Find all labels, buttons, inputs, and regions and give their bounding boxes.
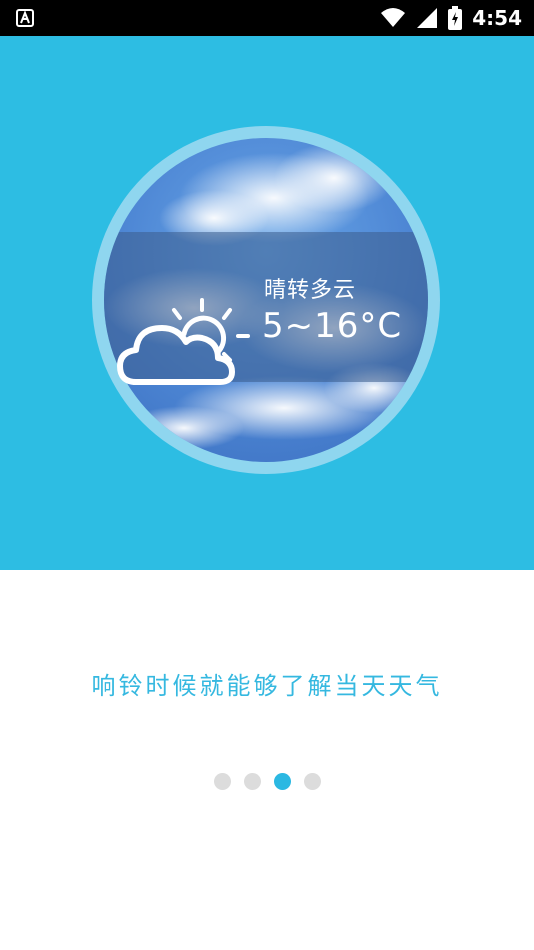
status-time: 4:54 — [472, 6, 522, 30]
feature-caption: 响铃时候就能够了解当天天气 — [91, 672, 443, 700]
page-dot-1[interactable] — [213, 773, 231, 790]
battery-charging-icon — [448, 6, 463, 30]
a-letter-notification-icon — [16, 9, 34, 27]
temperature-range: 5~16°C — [262, 306, 403, 346]
partly-cloudy-icon — [117, 298, 250, 385]
weather-condition: 晴转多云 — [264, 278, 357, 303]
page-dot-2[interactable] — [243, 773, 261, 790]
page-indicator — [0, 773, 534, 790]
page-dot-4[interactable] — [303, 773, 321, 790]
hero-banner: 晴转多云 5~16°C — [0, 36, 534, 570]
status-bar: 4:54 — [0, 0, 534, 36]
status-right-cluster: 4:54 — [380, 0, 522, 36]
page-dot-3-active[interactable] — [273, 773, 291, 790]
signal-icon — [417, 8, 438, 28]
wifi-icon — [381, 8, 406, 27]
